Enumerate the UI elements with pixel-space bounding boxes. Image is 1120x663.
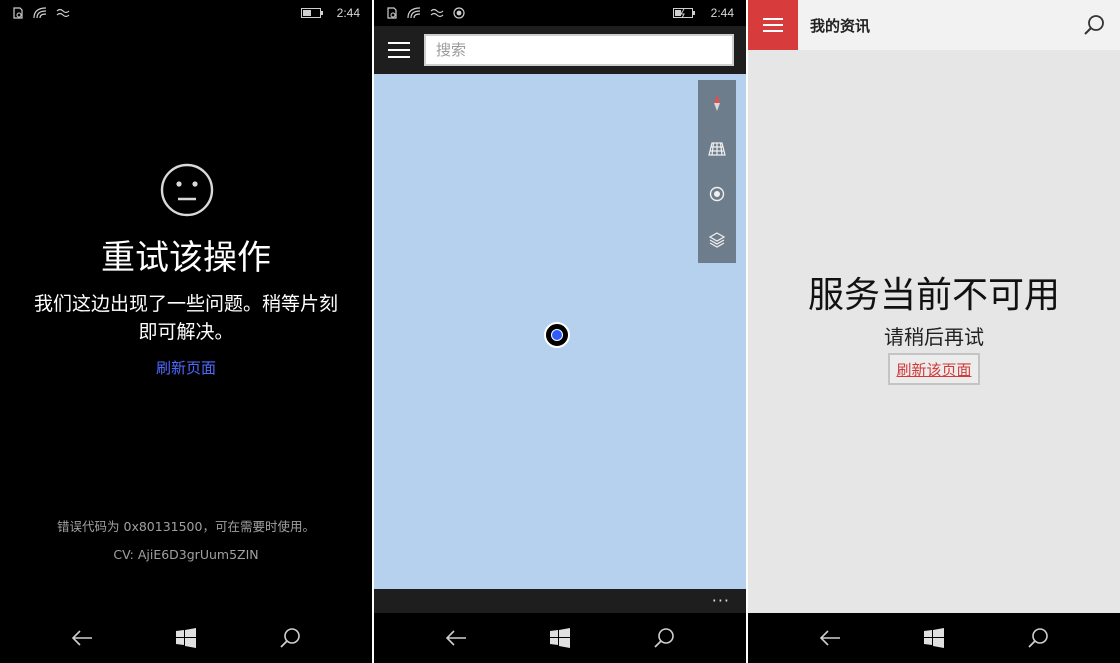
error-title: 重试该操作 bbox=[101, 238, 271, 278]
data-sense-icon bbox=[13, 7, 23, 19]
vibrate-icon bbox=[430, 8, 444, 18]
battery-icon bbox=[300, 8, 323, 18]
search-button[interactable] bbox=[1018, 618, 1058, 658]
search-icon bbox=[280, 628, 300, 648]
start-button[interactable] bbox=[540, 618, 580, 658]
back-button[interactable] bbox=[62, 618, 102, 658]
phone-screen-news: 我的资讯 服务当前不可用 请稍后再试 刷新该页面 bbox=[748, 0, 1120, 663]
search-button[interactable] bbox=[644, 618, 684, 658]
status-bar: 2:44 bbox=[0, 0, 372, 26]
windows-logo-icon bbox=[924, 628, 944, 648]
app-header: 我的资讯 bbox=[748, 0, 1120, 50]
phone-screen-error-retry: 2:44 重试该操作 我们这边出现了一些问题。稍等片刻即可解决。 刷新页面 错误… bbox=[0, 0, 372, 663]
grid-icon bbox=[708, 142, 726, 156]
status-bar: 2:44 bbox=[374, 0, 746, 26]
windows-logo-icon bbox=[550, 628, 570, 648]
map-layers-button[interactable] bbox=[698, 217, 736, 263]
my-location-button[interactable] bbox=[698, 172, 736, 218]
data-sense-icon bbox=[387, 7, 397, 19]
refresh-page-button[interactable]: 刷新该页面 bbox=[888, 353, 980, 385]
wifi-icon bbox=[33, 7, 47, 19]
navigation-bar bbox=[748, 613, 1120, 663]
current-location-marker[interactable] bbox=[544, 322, 570, 348]
refresh-page-link[interactable]: 刷新页面 bbox=[0, 357, 372, 378]
back-button[interactable] bbox=[810, 618, 850, 658]
location-icon bbox=[709, 187, 725, 202]
neutral-face-icon bbox=[160, 163, 214, 217]
navigation-bar bbox=[374, 613, 746, 663]
search-button[interactable] bbox=[270, 618, 310, 658]
battery-charging-icon bbox=[672, 8, 695, 19]
location-active-icon bbox=[453, 7, 465, 19]
service-unavailable-title: 服务当前不可用 bbox=[807, 275, 1060, 316]
search-input[interactable] bbox=[424, 34, 734, 66]
navigation-bar bbox=[0, 613, 372, 663]
app-header bbox=[374, 26, 746, 74]
more-options-button[interactable]: ··· bbox=[712, 591, 730, 610]
clock: 2:44 bbox=[336, 6, 360, 20]
error-message: 我们这边出现了一些问题。稍等片刻即可解决。 bbox=[33, 293, 338, 343]
back-arrow-icon bbox=[71, 630, 92, 646]
start-button[interactable] bbox=[166, 618, 206, 658]
back-button[interactable] bbox=[436, 618, 476, 658]
layers-icon bbox=[709, 232, 725, 248]
vibrate-icon bbox=[56, 8, 70, 18]
map-view[interactable] bbox=[374, 74, 746, 589]
windows-logo-icon bbox=[176, 628, 196, 648]
correlation-vector-text: CV: AjiE6D3grUum5ZIN bbox=[113, 547, 259, 562]
compass-button[interactable] bbox=[698, 80, 736, 126]
page-title: 我的资讯 bbox=[810, 17, 871, 35]
back-arrow-icon bbox=[819, 630, 840, 646]
map-toolbar bbox=[698, 80, 736, 263]
start-button[interactable] bbox=[914, 618, 954, 658]
wifi-icon bbox=[407, 7, 421, 19]
error-code-text: 错误代码为 0x80131500，可在需要时使用。 bbox=[57, 519, 315, 534]
search-icon[interactable] bbox=[1082, 13, 1106, 37]
clock: 2:44 bbox=[710, 6, 734, 20]
phone-screen-maps: 2:44 ··· bbox=[374, 0, 746, 663]
hamburger-menu-button[interactable] bbox=[748, 0, 798, 50]
hamburger-menu-button[interactable] bbox=[388, 42, 410, 58]
3d-view-button[interactable] bbox=[698, 126, 736, 172]
search-icon bbox=[654, 628, 674, 648]
compass-icon bbox=[714, 94, 720, 111]
back-arrow-icon bbox=[445, 630, 466, 646]
search-icon bbox=[1028, 628, 1048, 648]
app-bar: ··· bbox=[374, 589, 746, 613]
try-again-later-text: 请稍后再试 bbox=[884, 325, 984, 349]
